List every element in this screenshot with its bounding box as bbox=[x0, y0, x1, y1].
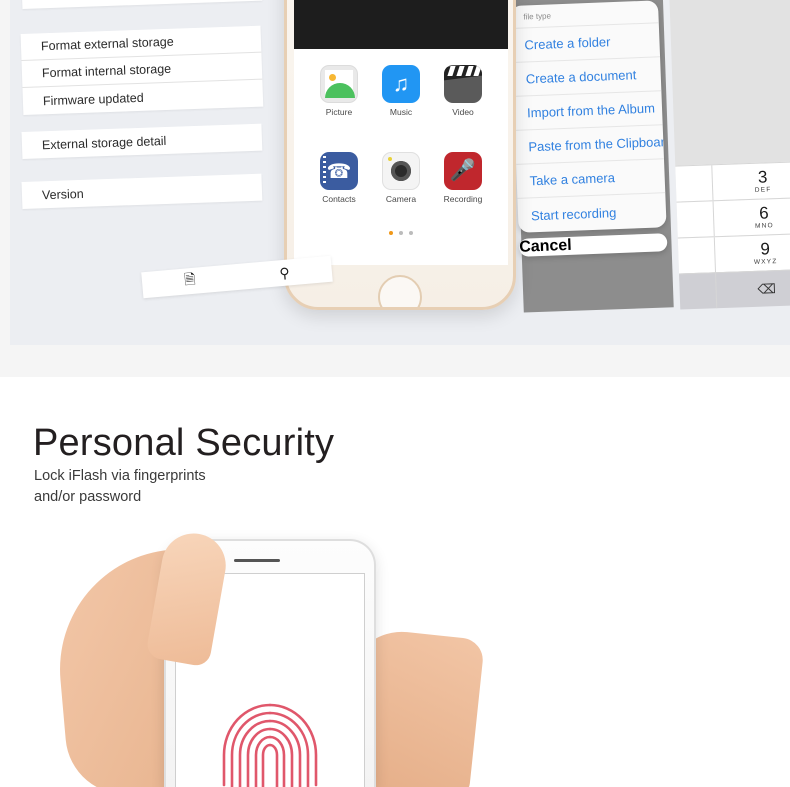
app-tile-music[interactable]: ♫ Music bbox=[372, 65, 430, 142]
settings-row-label: Format external storage bbox=[40, 34, 174, 54]
app-label: Picture bbox=[325, 107, 353, 117]
action-sheet-item-create-folder[interactable]: Create a folder bbox=[510, 23, 661, 63]
document-add-icon[interactable]: 🗎 bbox=[183, 269, 196, 294]
app-tile-recording[interactable]: 🎤 Recording bbox=[434, 152, 492, 229]
keypad-key-number: 6 bbox=[758, 203, 770, 223]
app-tile-picture[interactable]: Picture bbox=[310, 65, 368, 142]
personal-security-section: Personal Security Lock iFlash via finger… bbox=[0, 377, 790, 787]
backspace-icon: ⌫ bbox=[757, 280, 777, 297]
app-tile-video[interactable]: Video bbox=[434, 65, 492, 142]
action-sheet-item-create-document[interactable]: Create a document bbox=[512, 57, 662, 97]
app-label: Camera bbox=[385, 194, 417, 204]
picture-icon bbox=[320, 65, 358, 103]
settings-card: Format external storage Format internal … bbox=[20, 25, 264, 115]
subtitle-line-2: and/or password bbox=[34, 489, 142, 506]
settings-card: Version bbox=[21, 173, 263, 209]
keypad-key-number: 3 bbox=[757, 167, 768, 187]
phone-book-icon: ☎ bbox=[320, 152, 358, 190]
action-sheet-item-import-album[interactable]: Import from the Album bbox=[513, 91, 663, 131]
camera-icon bbox=[382, 152, 420, 190]
fingerprint-icon bbox=[222, 703, 318, 787]
keypad-key-9[interactable]: 9 WXYZ bbox=[677, 232, 790, 274]
settings-card: Auto backup photo bbox=[21, 0, 263, 9]
microphone-icon: 🎤 bbox=[444, 152, 482, 190]
storage-summary-bar: Application Storage Remain 1.7 GB Extern… bbox=[294, 0, 508, 49]
keypad-key-letters: MNO bbox=[754, 222, 774, 230]
keypad-divider bbox=[713, 237, 717, 273]
keypad-delete-key[interactable]: ⌫ bbox=[679, 268, 790, 310]
settings-row-label: Format internal storage bbox=[41, 61, 172, 81]
password-keypad-panel: 3 DEF 6 MNO 9 WXYZ ⌫ bbox=[668, 0, 790, 310]
app-label: Music bbox=[389, 107, 413, 117]
hand-holding-phone-illustration bbox=[50, 525, 485, 787]
settings-card-stack: Auto backup photo Format external storag… bbox=[20, 0, 272, 222]
page-indicator-dots bbox=[294, 231, 508, 235]
keypad-divider bbox=[711, 165, 714, 201]
app-label: Contacts bbox=[322, 194, 356, 204]
settings-row[interactable]: Auto backup photo bbox=[22, 0, 263, 9]
app-tile-camera[interactable]: Camera bbox=[372, 152, 430, 229]
clapperboard-icon bbox=[444, 65, 482, 103]
keypad-key-6[interactable]: 6 MNO bbox=[676, 196, 790, 238]
earpiece-speaker bbox=[234, 559, 280, 562]
page-dot[interactable] bbox=[399, 231, 403, 235]
app-screens-collage-section: Auto backup photo Format external storag… bbox=[0, 0, 790, 377]
home-button[interactable] bbox=[378, 275, 422, 307]
page-subtitle: Lock iFlash via fingerprints and/or pass… bbox=[34, 466, 206, 508]
keypad-rows: 3 DEF 6 MNO 9 WXYZ ⌫ bbox=[675, 160, 790, 310]
settings-row-label: Version bbox=[41, 186, 84, 202]
app-grid: Picture ♫ Music Video ☎ Contacts Camera … bbox=[294, 49, 508, 229]
action-sheet-item-start-recording[interactable]: Start recording bbox=[517, 193, 666, 233]
search-icon[interactable]: ⚲ bbox=[279, 264, 291, 282]
settings-row[interactable]: External storage detail bbox=[22, 124, 263, 159]
app-tile-contacts[interactable]: ☎ Contacts bbox=[310, 152, 368, 229]
settings-row-label: Firmware updated bbox=[42, 90, 144, 108]
action-sheet-card: file type Create a folder Create a docum… bbox=[510, 0, 667, 233]
settings-card: External storage detail bbox=[21, 123, 263, 159]
page-dot[interactable] bbox=[409, 231, 413, 235]
keypad-key-letters: DEF bbox=[754, 186, 772, 194]
settings-row[interactable]: Version bbox=[22, 174, 263, 209]
settings-row-label: External storage detail bbox=[41, 133, 167, 152]
app-label: Recording bbox=[443, 194, 483, 204]
action-sheet-item-take-camera[interactable]: Take a camera bbox=[516, 159, 666, 199]
keypad-key-letters: WXYZ bbox=[753, 258, 778, 266]
page-dot-active[interactable] bbox=[389, 231, 393, 235]
keypad-divider bbox=[712, 201, 715, 237]
keypad-key-number: 9 bbox=[760, 239, 771, 259]
subtitle-line-1: Lock iFlash via fingerprints bbox=[34, 468, 206, 484]
app-label: Video bbox=[452, 107, 474, 117]
product-page: Auto backup photo Format external storag… bbox=[0, 0, 790, 787]
keypad-key-3[interactable]: 3 DEF bbox=[675, 160, 790, 202]
iflash-app-screen: Application Storage Remain 1.7 GB Extern… bbox=[294, 0, 508, 265]
keypad-divider bbox=[715, 273, 718, 309]
page-title: Personal Security bbox=[33, 422, 335, 464]
collage-backdrop: Auto backup photo Format external storag… bbox=[10, 0, 790, 345]
action-sheet-item-paste-clipboard[interactable]: Paste from the Clipboard bbox=[514, 125, 667, 165]
file-type-action-sheet: file type Create a folder Create a docum… bbox=[510, 0, 668, 257]
music-note-icon: ♫ bbox=[382, 65, 420, 103]
settings-row-label: Auto backup photo bbox=[42, 0, 147, 2]
